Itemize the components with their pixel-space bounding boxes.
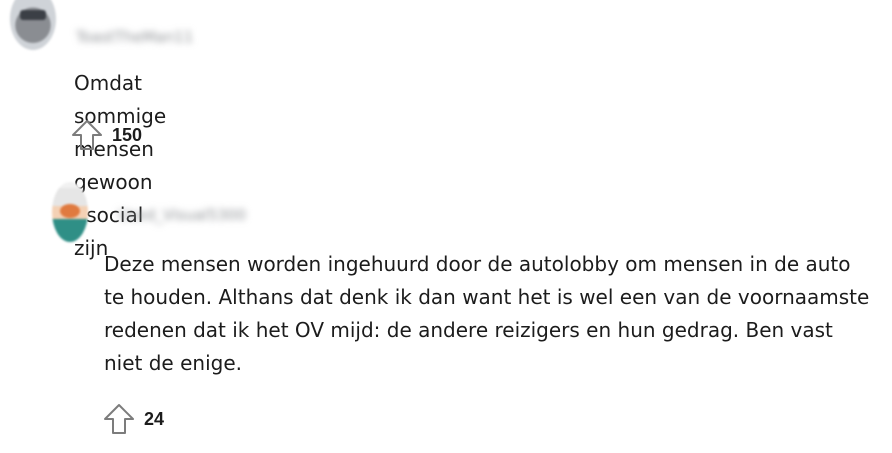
upvote-count: 24	[144, 408, 165, 429]
upvote-count: 150	[112, 124, 143, 145]
comment-username[interactable]: ToastTheMan11	[76, 28, 193, 46]
comment-body: Deze mensen worden ingehuurd door de aut…	[104, 252, 870, 375]
upvote-arrow-icon	[72, 120, 102, 150]
upvote-arrow-icon	[104, 404, 134, 434]
upvote-button[interactable]	[102, 402, 136, 436]
comment-username[interactable]: Used_Visual5300	[118, 206, 246, 224]
upvote-button[interactable]	[70, 118, 104, 152]
comment-body: Omdat sommige mensen gewoon asocial zijn	[74, 71, 167, 260]
user-avatar-icon[interactable]	[52, 182, 88, 242]
user-avatar-icon[interactable]	[10, 0, 56, 50]
avatar-detail	[20, 10, 46, 20]
vote-row: 150	[70, 118, 142, 152]
vote-row: 24	[102, 402, 164, 436]
avatar-detail	[60, 204, 80, 218]
